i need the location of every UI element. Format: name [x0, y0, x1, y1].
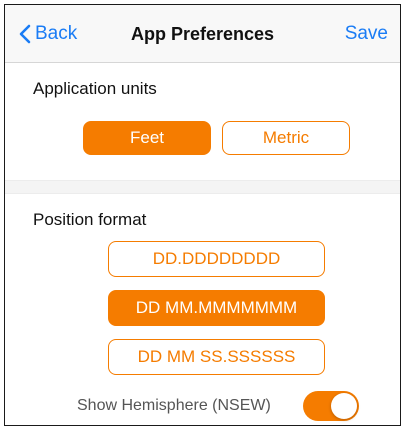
units-section-heading: Application units	[33, 79, 157, 98]
unit-option-feet[interactable]: Feet	[83, 121, 211, 155]
format-option-decimal-degrees[interactable]: DD.DDDDDDDD	[108, 241, 325, 277]
position-format-heading: Position format	[33, 210, 147, 229]
save-button[interactable]: Save	[345, 5, 388, 63]
back-button[interactable]: Back	[19, 5, 77, 63]
chevron-left-icon	[19, 24, 31, 44]
back-label: Back	[35, 23, 78, 44]
hemisphere-row: Show Hemisphere (NSEW)	[5, 389, 400, 423]
format-option-degrees-minutes-seconds[interactable]: DD MM SS.SSSSSS	[108, 339, 325, 375]
app-preferences-screen: Back App Preferences Save Application un…	[4, 4, 401, 426]
format-option-degrees-minutes[interactable]: DD MM.MMMMMMM	[108, 290, 325, 326]
navigation-bar: Back App Preferences Save	[5, 5, 400, 63]
hemisphere-label: Show Hemisphere (NSEW)	[77, 397, 271, 414]
unit-option-metric[interactable]: Metric	[222, 121, 350, 155]
hemisphere-toggle[interactable]	[303, 391, 359, 421]
toggle-knob	[331, 393, 357, 419]
section-divider	[5, 180, 400, 194]
